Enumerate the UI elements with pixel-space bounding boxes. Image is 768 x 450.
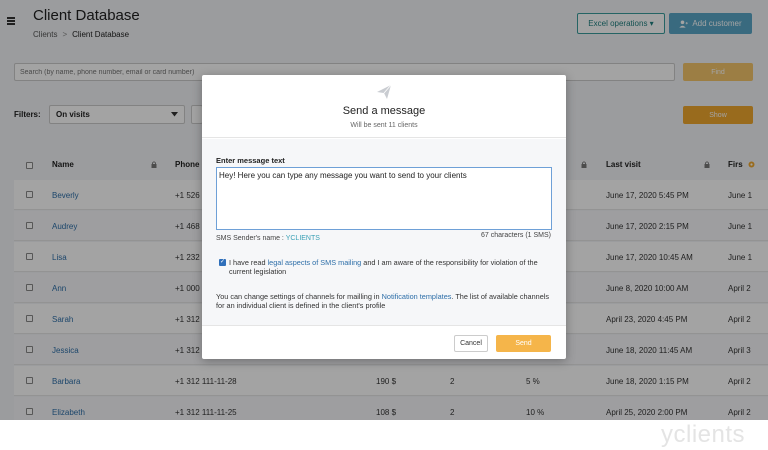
app-background: Client Database Clients > Client Database … [0,0,768,420]
send-message-modal: Send a message Will be sent 11 clients E… [202,75,566,359]
channels-note: You can change settings of channels for … [216,292,551,310]
modal-footer: Cancel Send [202,325,566,359]
character-counter: 67 characters (1 SMS) [480,232,551,239]
sender-name-value[interactable]: YCLIENTS [286,235,320,242]
modal-header: Send a message Will be sent 11 clients [202,75,566,138]
message-textarea[interactable]: Hey! Here you can type any message you w… [216,167,552,230]
note-text-1: You can change settings of channels for … [216,292,382,301]
send-button[interactable]: Send [496,335,551,352]
modal-title: Send a message [342,105,426,117]
modal-body: Enter message text Hey! Here you can typ… [202,139,566,325]
modal-subtitle: Will be sent 11 clients [350,122,418,129]
sender-label: SMS Sender's name : [216,235,284,242]
agree-text-1: I have read [229,258,268,267]
message-field-label: Enter message text [216,156,285,165]
notification-templates-link[interactable]: Notification templates [382,292,452,301]
cancel-button[interactable]: Cancel [454,335,488,352]
legal-agreement-checkbox[interactable]: ✓ [219,259,226,266]
legal-aspects-link[interactable]: legal aspects of SMS mailing [268,258,362,267]
legal-agreement-text: I have read legal aspects of SMS mailing… [229,258,549,276]
sms-sender-name: SMS Sender's name : YCLIENTS [216,235,320,242]
yclients-watermark: yclients [661,421,746,448]
paper-plane-icon [377,84,392,99]
